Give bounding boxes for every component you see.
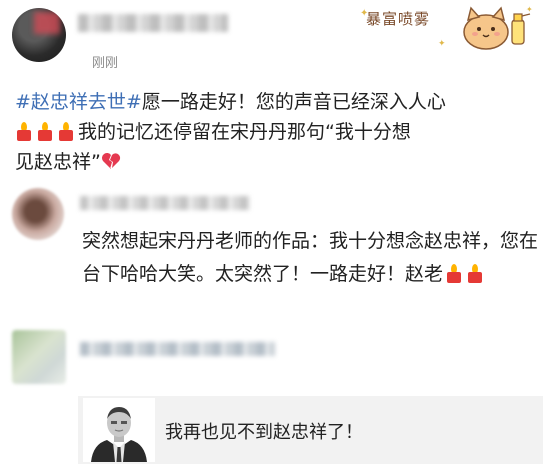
commenter-avatar[interactable] <box>12 330 66 384</box>
commenter-name-blurred[interactable] <box>80 342 275 356</box>
post-line-1: 愿一路走好！您的声音已经深入人心 <box>141 91 446 113</box>
avatar[interactable] <box>12 8 66 62</box>
candle-icon <box>17 122 31 141</box>
candle-icon <box>38 122 52 141</box>
post-line-2: 我的记忆还停留在宋丹丹那句“我十分想 <box>78 121 411 143</box>
svg-text:✦: ✦ <box>526 5 533 14</box>
candle-icon <box>468 264 483 283</box>
quoted-text: 我再也见不到赵忠祥了！ <box>165 422 363 443</box>
post-timestamp: 刚刚 <box>92 56 119 71</box>
cat-icon <box>463 6 509 50</box>
topic-hashtag[interactable]: #赵忠祥去世# <box>15 91 142 113</box>
sticker-label: 暴富喷雾 <box>366 10 431 28</box>
username-blurred[interactable] <box>78 14 228 32</box>
commenter-name-blurred[interactable] <box>80 196 250 210</box>
svg-text:✦: ✦ <box>438 39 446 49</box>
candle-icon <box>447 264 462 283</box>
post-line-3: 见赵忠祥” <box>15 151 101 173</box>
comment-body: 突然想起宋丹丹老师的作品：我十分想念赵忠祥，您在台下哈哈大笑。太突然了！一路走好… <box>82 225 542 291</box>
broken-heart-icon <box>101 153 120 169</box>
candle-icon <box>59 122 73 141</box>
spray-bottle-icon: ✦ <box>511 5 533 45</box>
commenter-avatar[interactable] <box>12 188 64 240</box>
post-body: #赵忠祥去世#愿一路走好！您的声音已经深入人心 我的记忆还停留在宋丹丹那句“我十… <box>15 87 540 177</box>
portrait-photo <box>83 398 155 462</box>
